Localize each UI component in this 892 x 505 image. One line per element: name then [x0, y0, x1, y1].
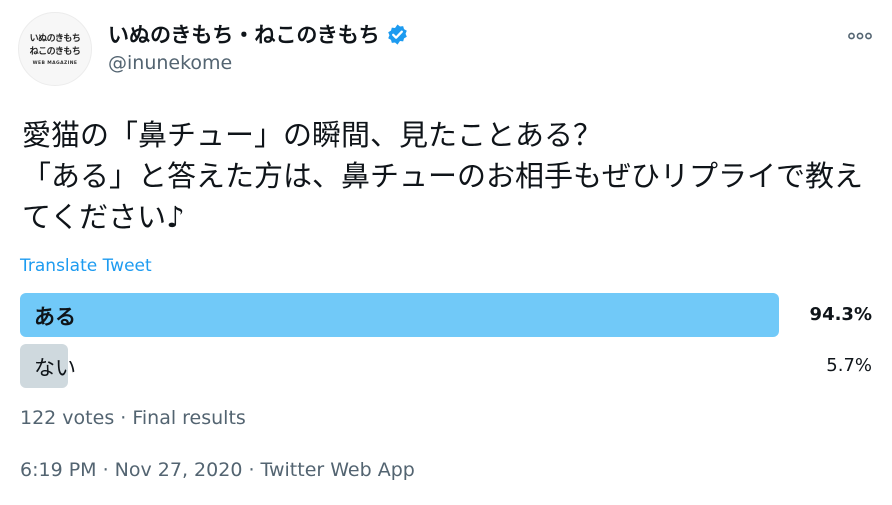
poll-summary: 122 votes · Final results	[20, 407, 246, 429]
poll-option-nai: ない 5.7%	[20, 344, 872, 388]
poll-option-aru: ある 94.3%	[20, 293, 872, 337]
tweet-text: 愛猫の「鼻チュー」の瞬間、見たことある？ 「ある」と答えた方は、鼻チューのお相手…	[22, 118, 864, 234]
more-dots-glyph	[848, 32, 872, 40]
tweet-timestamp[interactable]: 6:19 PM · Nov 27, 2020 · Twitter Web App	[20, 459, 415, 481]
verified-badge-icon	[387, 23, 407, 45]
poll-option-percent: 5.7%	[826, 355, 872, 376]
poll-option-percent: 94.3%	[809, 304, 872, 325]
avatar-text-line3: WEB MAGAZINE	[32, 60, 78, 66]
avatar-text-line2: ねこのきもち	[29, 46, 81, 57]
poll-bar-winner	[20, 293, 779, 337]
account-name-link[interactable]: いぬのきもち・ねこのきもち	[108, 19, 409, 49]
more-dots-icon[interactable]	[848, 24, 872, 45]
display-name: いぬのきもち・ねこのきもち	[108, 23, 380, 47]
avatar-text-line1: いぬのきもち	[29, 33, 81, 44]
poll-option-label: ある	[34, 305, 76, 329]
account-handle[interactable]: @inunekome	[108, 52, 232, 74]
translate-tweet-link[interactable]: Translate Tweet	[20, 256, 152, 276]
avatar[interactable]: いぬのきもち ねこのきもち WEB MAGAZINE	[18, 12, 92, 86]
poll-option-label: ない	[34, 356, 76, 380]
